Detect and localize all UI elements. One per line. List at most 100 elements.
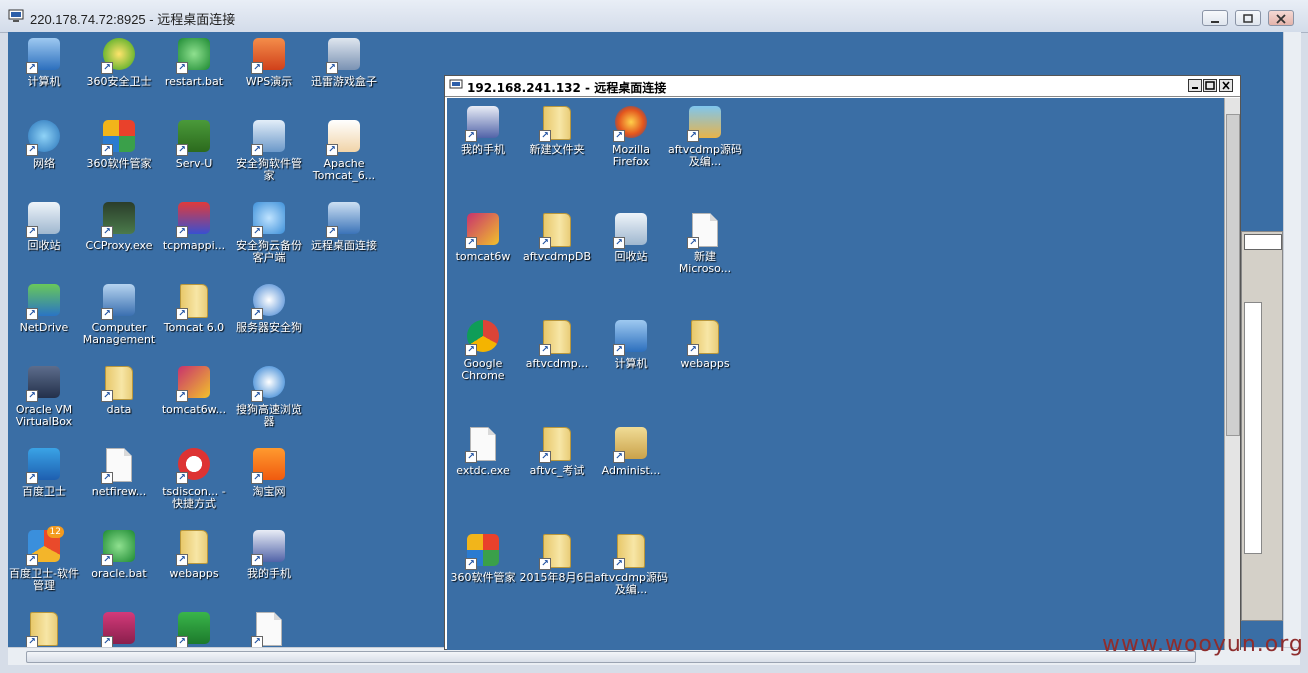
shortcut-arrow-icon: ↗ — [251, 554, 263, 566]
desktop-icon-item[interactable]: ↗ 网络 — [8, 120, 82, 170]
safedog-software-icon: ↗ — [251, 120, 287, 156]
desktop-icon-label: Serv-U — [175, 157, 213, 170]
inner-close-button[interactable] — [1219, 79, 1233, 92]
inner-desktop-icon-item[interactable]: ↗ 2015年8月6日 — [519, 534, 595, 584]
desktop-icon-item[interactable]: ↗ 安全狗云备份客户端 — [231, 202, 307, 264]
desktop-icon-item[interactable]: ↗ 百度卫士 — [8, 448, 82, 498]
shortcut-arrow-icon: ↗ — [101, 308, 113, 320]
desktop-icon-item[interactable]: ↗ 我的手机 — [231, 530, 307, 580]
inner-desktop-icon-item[interactable]: ↗ aftvcdmp源码及编... — [593, 534, 669, 596]
desktop-icon-label: Oracle VM VirtualBox — [15, 403, 73, 428]
inner-minimize-button[interactable] — [1188, 79, 1202, 92]
inner-desktop-icon-item[interactable]: ↗ webapps — [667, 320, 743, 370]
desktop-icon-item[interactable]: ↗ 远程桌面连接 — [306, 202, 382, 252]
desktop-icon-item[interactable]: ↗ 回收站 — [8, 202, 82, 252]
desktop-icon-item[interactable]: ↗ Tomcat 6.0 — [156, 284, 232, 334]
desktop-icon-item[interactable]: ↗ oracle.bat — [81, 530, 157, 580]
inner-desktop-icon-item[interactable]: ↗ 计算机 — [593, 320, 669, 370]
desktop-icon-item[interactable]: ↗ tsdiscon... - 快捷方式 — [156, 448, 232, 510]
desktop-icon-label: Apache Tomcat_6... — [312, 157, 376, 182]
360-software-icon: ↗ — [465, 534, 501, 570]
shortcut-arrow-icon: ↗ — [251, 390, 263, 402]
desktop-icon-item[interactable]: ↗ 安全狗软件管家 — [231, 120, 307, 182]
background-window[interactable] — [1241, 231, 1283, 621]
desktop-icon-item[interactable]: ↗ 搜狗高速浏览器 — [231, 366, 307, 428]
inner-scrollbar-thumb[interactable] — [1226, 114, 1240, 436]
inner-desktop-icon-item[interactable]: ↗ Mozilla Firefox — [593, 106, 669, 168]
inner-desktop-icon-label: Mozilla Firefox — [612, 143, 650, 168]
background-window-list — [1244, 302, 1262, 554]
desktop-icon-item[interactable]: ↗ CCProxy.exe — [81, 202, 157, 252]
desktop-icon-item[interactable]: ↗ 计算机 — [8, 38, 82, 88]
desktop-icon-item[interactable]: ↗ Apache Tomcat_6... — [306, 120, 382, 182]
inner-desktop-icon-item[interactable]: ↗ 360软件管家 — [447, 534, 521, 584]
inner-desktop-icon-item[interactable]: ↗ 回收站 — [593, 213, 669, 263]
inner-desktop-icon-item[interactable]: ↗ aftvcdmpDB — [519, 213, 595, 263]
minimize-button[interactable] — [1202, 10, 1228, 26]
inner-maximize-button[interactable] — [1203, 79, 1217, 92]
desktop-icon-label: 百度卫士 — [22, 485, 66, 498]
desktop-icon-item[interactable]: ↗ webapps — [156, 530, 232, 580]
minimize-icon — [1192, 87, 1198, 89]
inner-desktop-icon-label: 360软件管家 — [450, 571, 516, 584]
inner-desktop-icon-item[interactable]: ↗ 新建文件夹 — [519, 106, 595, 156]
folder-icon: ↗ — [101, 366, 137, 402]
desktop-icon-item[interactable]: ↗ 服务器安全狗 — [231, 284, 307, 334]
desktop-icon-item[interactable]: ↗ data — [81, 366, 157, 416]
inner-desktop-icon-label: 计算机 — [614, 357, 648, 370]
desktop-icon-item[interactable]: ↗ netfirew... — [81, 448, 157, 498]
inner-desktop-icon-item[interactable]: ↗ Google Chrome — [447, 320, 521, 382]
desktop-icon-item[interactable]: ↗ Oracle VM VirtualBox — [8, 366, 82, 428]
desktop-icon-label: Computer Management — [82, 321, 156, 346]
desktop-icon-item[interactable]: ↗ tcpmappi... — [156, 202, 232, 252]
shortcut-arrow-icon: ↗ — [251, 226, 263, 238]
desktop-icon-item[interactable]: ↗ NetDrive — [8, 284, 82, 334]
folder-icon: ↗ — [613, 534, 649, 570]
scrollbar-thumb[interactable] — [26, 651, 1196, 663]
desktop-icon-item[interactable]: ↗ 360软件管家 — [81, 120, 157, 170]
user-folder-icon: ↗ — [613, 427, 649, 463]
desktop-icon-item[interactable]: ↗ — [156, 612, 232, 647]
inner-remote-window[interactable]: 192.168.241.132 - 远程桌面连接 ↗ 我的手机 ↗ 新建文件夹 ↗ Moz… — [444, 75, 1241, 650]
shortcut-arrow-icon: ↗ — [101, 62, 113, 74]
desktop-icon-item[interactable]: ↗ — [8, 612, 82, 647]
inner-desktop-icon-item[interactable]: ↗ extdc.exe — [447, 427, 521, 477]
360-safe-icon: ↗ — [101, 38, 137, 74]
restore-button[interactable] — [1235, 10, 1261, 26]
inner-desktop-icon-item[interactable]: ↗ aftvc_考试 — [519, 427, 595, 477]
desktop-icon-item[interactable]: ↗ — [231, 612, 307, 647]
maximize-icon — [1205, 81, 1215, 90]
desktop-icon-item[interactable]: 12 ↗ 百度卫士-软件管理 — [8, 526, 82, 592]
taobao-icon: ↗ — [251, 448, 287, 484]
inner-vertical-scrollbar[interactable] — [1224, 98, 1240, 650]
inner-desktop-icon-item[interactable]: ↗ 新建 Microso... — [667, 213, 743, 275]
desktop-icon-label: Tomcat 6.0 — [163, 321, 225, 334]
desktop-icon-label: data — [106, 403, 132, 416]
vertical-scrollbar[interactable] — [1283, 32, 1301, 647]
desktop-icon-item[interactable]: ↗ 迅雷游戏盒子 — [306, 38, 382, 88]
desktop-icon-item[interactable]: ↗ tomcat6w... — [156, 366, 232, 416]
archive-icon: ↗ — [687, 106, 723, 142]
inner-desktop-icon-item[interactable]: ↗ Administ... — [593, 427, 669, 477]
bat-file-icon: ↗ — [101, 530, 137, 566]
desktop-icon-item[interactable]: ↗ 360安全卫士 — [81, 38, 157, 88]
inner-desktop-icon-item[interactable]: ↗ aftvcdmp... — [519, 320, 595, 370]
database-icon: ↗ — [101, 612, 137, 647]
desktop-icon-item[interactable]: ↗ — [81, 612, 157, 647]
inner-desktop-icon-item[interactable]: ↗ tomcat6w — [447, 213, 521, 263]
inner-desktop-icon-item[interactable]: ↗ aftvcdmp源码及编... — [667, 106, 743, 168]
desktop-icon-label: 服务器安全狗 — [236, 321, 302, 334]
close-button[interactable] — [1268, 10, 1294, 26]
minimize-icon — [1211, 21, 1219, 23]
inner-desktop-icon-label: extdc.exe — [456, 464, 510, 477]
desktop-icon-item[interactable]: ↗ WPS演示 — [231, 38, 307, 88]
desktop-icon-item[interactable]: ↗ Serv-U — [156, 120, 232, 170]
desktop-icon-item[interactable]: ↗ Computer Management — [81, 284, 157, 346]
shortcut-arrow-icon: ↗ — [251, 472, 263, 484]
virtualbox-icon: ↗ — [26, 366, 62, 402]
desktop-icon-item[interactable]: ↗ restart.bat — [156, 38, 232, 88]
desktop-icon-item[interactable]: ↗ 淘宝网 — [231, 448, 307, 498]
text-file-icon: ↗ — [251, 612, 287, 647]
tcp-mapping-icon: ↗ — [176, 202, 212, 238]
inner-desktop-icon-item[interactable]: ↗ 我的手机 — [447, 106, 521, 156]
